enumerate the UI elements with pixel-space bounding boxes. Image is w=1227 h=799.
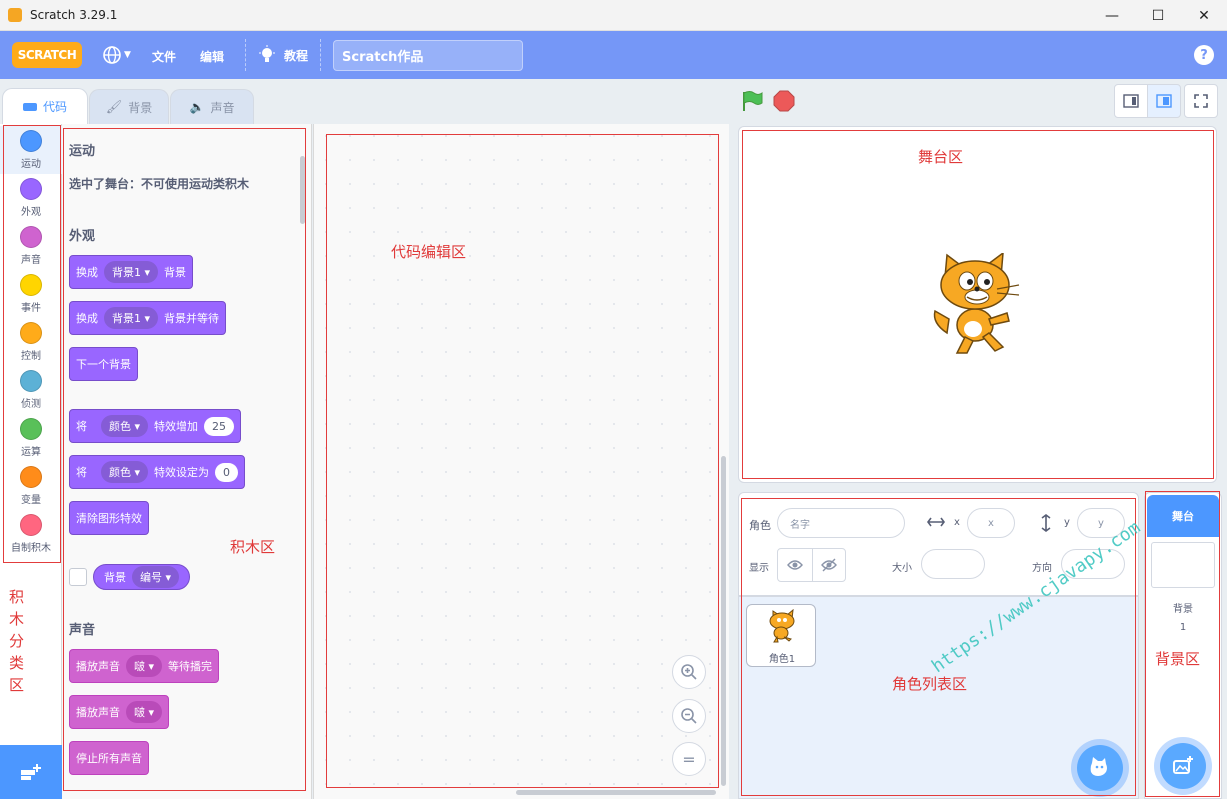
large-stage-icon [1156, 94, 1172, 108]
language-button[interactable]: ▼ [102, 43, 138, 67]
zoom-reset-button[interactable]: = [672, 742, 706, 776]
zoom-out-icon [681, 708, 697, 724]
code-icon [22, 102, 37, 111]
divider [245, 39, 246, 71]
app-icon [8, 8, 22, 22]
green-flag-button[interactable] [740, 89, 764, 113]
add-extension-button[interactable] [0, 745, 62, 799]
stage-annotation: 舞台区 [918, 148, 964, 166]
fullscreen-button[interactable] [1184, 84, 1218, 118]
divider [320, 39, 321, 71]
maximize-button[interactable]: ☐ [1135, 0, 1181, 31]
palette-highlight-box [63, 128, 306, 791]
tab-code[interactable]: 代码 [2, 88, 88, 124]
category-menu: 运动 外观 声音 事件 控制 侦测 运算 变量 自制积木 积 木 分 类 区 [0, 124, 62, 799]
category-highlight-box [3, 125, 61, 563]
edit-menu[interactable]: 编辑 [200, 48, 224, 65]
cat-sprite-image[interactable] [927, 253, 1027, 357]
brush-icon: 🖌 [105, 99, 123, 115]
small-stage-icon [1123, 94, 1139, 108]
zoom-in-icon [681, 664, 697, 680]
code-workspace[interactable]: 代码编辑区 = [313, 124, 729, 799]
stop-icon [773, 90, 795, 112]
block-palette: 运动 选中了舞台：不可使用运动类积木 外观 换成 背景1 ▾ 背景 换成 背景1… [62, 124, 312, 799]
file-menu[interactable]: 文件 [152, 48, 176, 65]
zoom-in-button[interactable] [672, 655, 706, 689]
green-flag-icon [743, 91, 763, 111]
code-annotation: 代码编辑区 [391, 243, 467, 261]
zoom-out-button[interactable] [672, 699, 706, 733]
sprite-area-highlight-box [741, 498, 1136, 796]
speaker-icon: 🔈 [189, 100, 205, 114]
tutorials-button[interactable]: 教程 [258, 43, 308, 67]
code-highlight-box [326, 134, 719, 788]
minimize-button[interactable]: — [1089, 0, 1135, 31]
window-title-bar: Scratch 3.29.1 — ☐ ✕ [0, 0, 1227, 31]
code-vertical-scrollbar[interactable] [721, 456, 726, 786]
fullscreen-icon [1194, 94, 1208, 108]
code-horizontal-scrollbar[interactable] [516, 790, 716, 795]
equals-icon: = [682, 749, 696, 769]
menu-bar: SCRATCH ▼ 文件 编辑 教程 Scratch作品 ? [0, 31, 1227, 79]
help-icon: ? [1200, 47, 1208, 63]
stage[interactable]: 舞台区 [738, 126, 1217, 483]
category-annotation: 积 木 分 类 区 [9, 588, 25, 694]
globe-icon [103, 46, 121, 64]
scratch-logo[interactable]: SCRATCH [12, 42, 82, 68]
add-extension-icon [21, 764, 41, 780]
stage-pane-highlight-box [1145, 491, 1220, 797]
normal-stage-button[interactable] [1147, 84, 1181, 118]
small-stage-button[interactable] [1114, 84, 1148, 118]
help-button[interactable]: ? [1194, 45, 1214, 65]
stop-button[interactable] [772, 89, 796, 113]
tab-sounds[interactable]: 🔈 声音 [170, 89, 254, 124]
window-title: Scratch 3.29.1 [30, 8, 118, 22]
lightbulb-icon [259, 45, 275, 62]
project-title-input[interactable]: Scratch作品 [333, 40, 523, 71]
close-button[interactable]: ✕ [1181, 0, 1227, 31]
tab-backdrops[interactable]: 🖌 背景 [89, 89, 169, 124]
chevron-down-icon: ▼ [124, 50, 131, 60]
